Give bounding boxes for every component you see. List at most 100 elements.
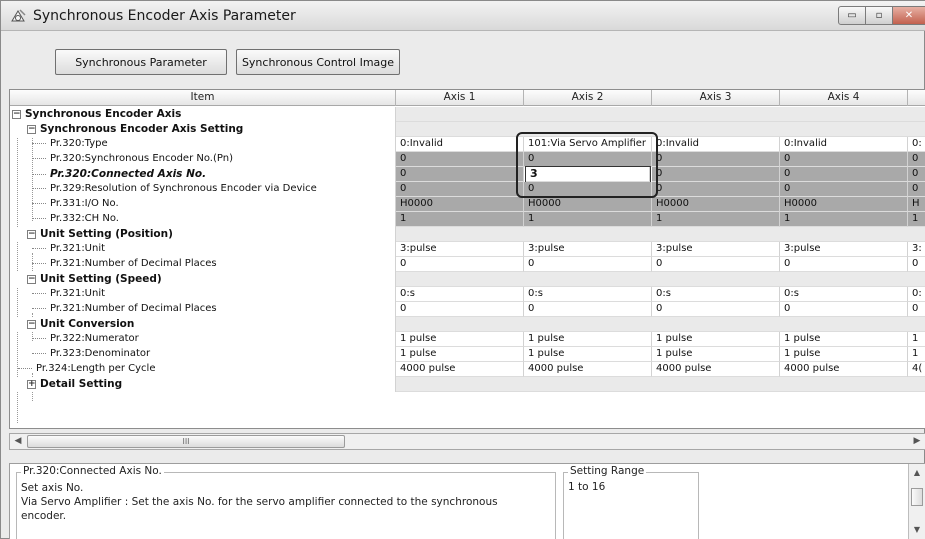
cell-axis-2[interactable]: 0 [524,257,652,272]
param-row-connected-axis-no[interactable]: Pr.320:Connected Axis No. 0 3 0 0 0 [10,166,925,183]
header-item[interactable]: Item [10,90,396,106]
param-row-ch-no[interactable]: Pr.332:CH No. 1 1 1 1 1 [10,212,925,227]
close-button[interactable]: ✕ [892,6,925,25]
param-row-numerator[interactable]: Pr.322:Numerator 1 pulse 1 pulse 1 pulse… [10,332,925,347]
param-row-io-no[interactable]: Pr.331:I/O No. H0000 H0000 H0000 H0000 H [10,197,925,212]
row-label: Pr.321:Unit [50,243,106,254]
header-axis-1[interactable]: Axis 1 [396,90,524,106]
cell-axis-5[interactable]: 0: [908,137,925,152]
param-row-length-per-cycle[interactable]: Pr.324:Length per Cycle 4000 pulse 4000 … [10,362,925,377]
cell-axis-5[interactable]: 3: [908,242,925,257]
cell-axis-4[interactable]: 1 pulse [780,347,908,362]
cell-axis-4[interactable]: 0:Invalid [780,137,908,152]
group-row-unit-conversion[interactable]: − Unit Conversion [10,317,925,332]
scroll-left-icon[interactable]: ◀ [10,434,26,449]
cell-axis-5[interactable]: 0 [908,257,925,272]
cell-axis-3: 1 [652,212,780,227]
row-label: Pr.331:I/O No. [50,198,119,209]
cell-axis-1[interactable]: 0 [396,302,524,317]
cell-axis-3[interactable]: 1 pulse [652,347,780,362]
param-row-type[interactable]: Pr.320:Type 0:Invalid 101:Via Servo Ampl… [10,137,925,152]
cell-axis-5[interactable]: 0: [908,287,925,302]
cell-axis-3[interactable]: 0 [652,257,780,272]
cell-axis-3[interactable]: 1 pulse [652,332,780,347]
collapse-icon[interactable]: − [27,124,36,134]
param-row-resolution[interactable]: Pr.329:Resolution of Synchronous Encoder… [10,182,925,197]
cell-axis-3[interactable]: 0:Invalid [652,137,780,152]
header-axis-4[interactable]: Axis 4 [780,90,908,106]
cell-axis-4[interactable]: 0:s [780,287,908,302]
cell-axis-1[interactable]: 3:pulse [396,242,524,257]
connected-axis-input[interactable]: 3 [525,166,651,183]
header-axis-2[interactable]: Axis 2 [524,90,652,106]
cell-axis-3[interactable]: 0:s [652,287,780,302]
cell-axis-4[interactable]: 0 [780,257,908,272]
row-label: Pr.323:Denominator [50,348,151,359]
expand-icon[interactable]: + [27,379,36,389]
param-row-decimal-speed[interactable]: Pr.321:Number of Decimal Places 0 0 0 0 … [10,302,925,317]
collapse-icon[interactable]: − [27,274,36,284]
cell-axis-5[interactable]: 1 [908,332,925,347]
collapse-icon[interactable]: − [12,109,21,119]
cell-axis-2[interactable]: 1 pulse [524,347,652,362]
collapse-icon[interactable]: − [27,319,36,329]
param-row-denominator[interactable]: Pr.323:Denominator 1 pulse 1 pulse 1 pul… [10,347,925,362]
synchronous-control-image-button[interactable]: Synchronous Control Image [236,49,400,75]
param-row-decimal-position[interactable]: Pr.321:Number of Decimal Places 0 0 0 0 … [10,257,925,272]
cell-axis-2[interactable]: 1 pulse [524,332,652,347]
cell-axis-3[interactable]: 0 [652,302,780,317]
header-axis-5[interactable] [908,90,925,106]
cell-axis-4[interactable]: 3:pulse [780,242,908,257]
horizontal-scrollbar[interactable]: ◀ III ▶ [9,433,925,450]
cell-axis-1[interactable]: 4000 pulse [396,362,524,377]
param-row-sync-encoder-no[interactable]: Pr.320:Synchronous Encoder No.(Pn) 0 0 0… [10,152,925,167]
vertical-scrollbar[interactable]: ▲ ▼ [908,464,925,539]
cell-axis-1: 1 [396,212,524,227]
cell-axis-2[interactable]: 101:Via Servo Amplifier [524,137,652,152]
row-label: Pr.321:Number of Decimal Places [50,303,217,314]
scroll-down-icon[interactable]: ▼ [909,523,925,537]
cell-axis-5[interactable]: 0 [908,302,925,317]
cell-axis-4: 0 [780,167,908,182]
minimize-button[interactable]: ▭ [838,6,866,25]
cell-axis-5[interactable]: 4( [908,362,925,377]
cell-axis-5[interactable]: 1 [908,347,925,362]
scroll-right-icon[interactable]: ▶ [909,434,925,449]
group-row-unit-setting-speed[interactable]: − Unit Setting (Speed) [10,272,925,287]
cell-axis-5: H [908,197,925,212]
row-label: Pr.329:Resolution of Synchronous Encoder… [50,183,317,194]
cell-axis-3: 0 [652,167,780,182]
cell-axis-1[interactable]: 1 pulse [396,332,524,347]
synchronous-parameter-button[interactable]: Synchronous Parameter [55,49,227,75]
cell-axis-1[interactable]: 0:Invalid [396,137,524,152]
cell-axis-4[interactable]: 1 pulse [780,332,908,347]
cell-axis-4: 0 [780,152,908,167]
collapse-icon[interactable]: − [27,229,36,239]
cell-axis-3[interactable]: 3:pulse [652,242,780,257]
row-label: Unit Conversion [40,318,135,330]
header-axis-3[interactable]: Axis 3 [652,90,780,106]
cell-axis-1[interactable]: 0 [396,257,524,272]
param-row-unit-speed[interactable]: Pr.321:Unit 0:s 0:s 0:s 0:s 0: [10,287,925,302]
cell-axis-4: H0000 [780,197,908,212]
scroll-up-icon[interactable]: ▲ [909,466,925,480]
cell-axis-2[interactable]: 0 [524,302,652,317]
cell-axis-2[interactable]: 4000 pulse [524,362,652,377]
cell-axis-4[interactable]: 4000 pulse [780,362,908,377]
cell-axis-2[interactable]: 0:s [524,287,652,302]
group-row-sync-encoder-axis[interactable]: − Synchronous Encoder Axis [10,107,925,122]
group-row-sync-encoder-axis-setting[interactable]: − Synchronous Encoder Axis Setting [10,122,925,137]
horizontal-scroll-thumb[interactable]: III [27,435,345,448]
cell-axis-1[interactable]: 0:s [396,287,524,302]
group-row-detail-setting[interactable]: + Detail Setting [10,377,925,392]
vertical-scroll-thumb[interactable] [911,488,923,506]
cell-axis-3[interactable]: 4000 pulse [652,362,780,377]
group-row-unit-setting-position[interactable]: − Unit Setting (Position) [10,227,925,242]
maximize-button[interactable]: ▫ [865,6,893,25]
param-row-unit-position[interactable]: Pr.321:Unit 3:pulse 3:pulse 3:pulse 3:pu… [10,242,925,257]
cell-axis-1[interactable]: 1 pulse [396,347,524,362]
cell-axis-2[interactable]: 3:pulse [524,242,652,257]
row-label: Pr.322:Numerator [50,333,139,344]
cell-axis-4[interactable]: 0 [780,302,908,317]
cell-axis-1: 0 [396,167,524,182]
